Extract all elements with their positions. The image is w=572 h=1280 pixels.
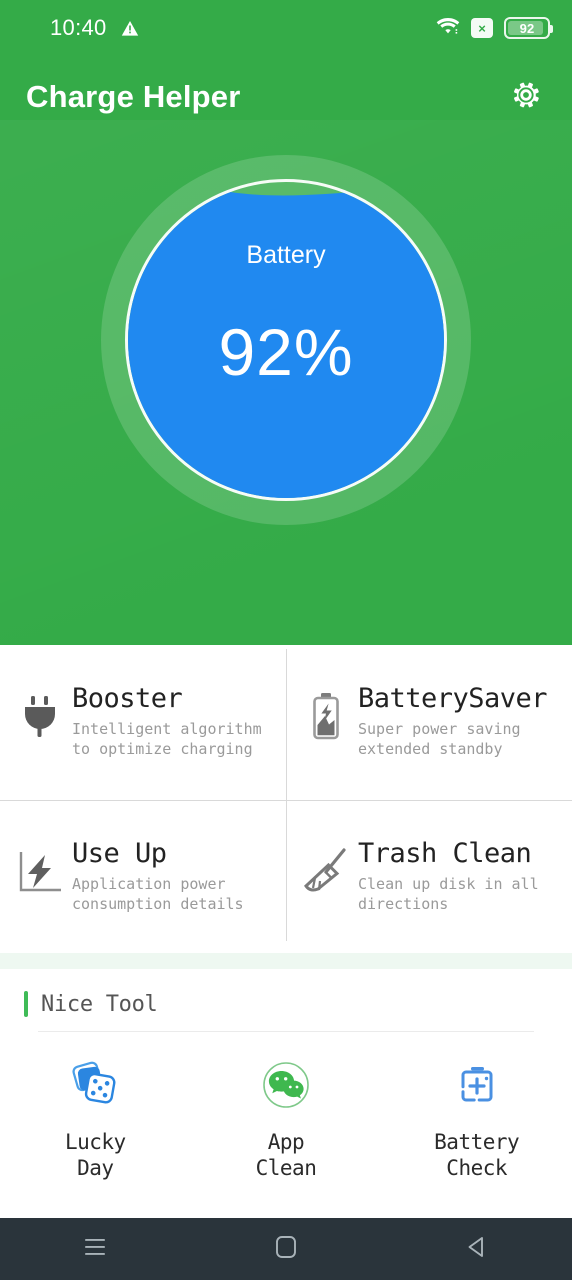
grid-vertical-divider	[286, 649, 287, 941]
tool-item-lucky-day[interactable]: Lucky Day	[0, 1054, 191, 1181]
wifi-icon	[436, 16, 460, 40]
feature-grid: Booster Intelligent algorithm to optimiz…	[0, 645, 572, 953]
warning-triangle-icon	[121, 20, 139, 37]
feature-title: Use Up	[72, 838, 167, 869]
battery-status-icon: 92	[504, 17, 553, 39]
tool-item-app-clean[interactable]: App Clean	[191, 1054, 382, 1181]
feature-card-trash-clean[interactable]: Trash Clean Clean up disk in all directi…	[286, 800, 572, 953]
home-square-icon	[273, 1234, 299, 1264]
gauge-wave	[128, 185, 444, 208]
feature-text: BatterySaver Super power saving extended…	[358, 683, 548, 760]
app-bar: Charge Helper	[0, 56, 572, 138]
section-accent-bar	[24, 991, 28, 1017]
dice-icon	[64, 1054, 126, 1116]
feature-text: Booster Intelligent algorithm to optimiz…	[72, 683, 262, 760]
battery-plus-icon	[446, 1054, 508, 1116]
status-bar: 10:40 × 92	[0, 0, 572, 56]
nice-tool-section: Nice Tool Lucky Day App Clean Battery Ch…	[0, 969, 572, 1214]
settings-button[interactable]	[504, 75, 548, 119]
tool-label: App Clean	[255, 1130, 317, 1180]
feature-subtitle: Application power consumption details	[72, 875, 244, 914]
nice-tool-list: Lucky Day App Clean Battery Check	[0, 1032, 572, 1181]
chat-bubbles-icon	[255, 1054, 317, 1116]
battery-gauge[interactable]: Battery 92%	[101, 155, 471, 525]
feature-subtitle: Super power saving extended standby	[358, 720, 521, 759]
app-screen: 10:40 × 92 Charge Helper Battery 92% Boo…	[0, 0, 572, 1280]
gauge-circle: Battery 92%	[125, 179, 447, 501]
home-button[interactable]	[256, 1225, 316, 1273]
tool-label: Battery Check	[434, 1130, 520, 1180]
feature-card-use-up[interactable]: Use Up Application power consumption det…	[0, 800, 286, 953]
nice-tool-header: Nice Tool	[0, 969, 572, 1017]
menu-icon	[81, 1236, 109, 1262]
feature-title: Trash Clean	[358, 838, 532, 869]
recents-button[interactable]	[65, 1225, 125, 1273]
feature-text: Trash Clean Clean up disk in all directi…	[358, 838, 539, 915]
hero-section: 10:40 × 92 Charge Helper Battery 92%	[0, 0, 572, 645]
feature-card-batterysaver[interactable]: BatterySaver Super power saving extended…	[286, 645, 572, 800]
feature-subtitle: Intelligent algorithm to optimize chargi…	[72, 720, 262, 759]
tool-label: Lucky Day	[64, 1130, 126, 1180]
plug-icon	[14, 691, 66, 743]
grid-horizontal-divider	[0, 800, 572, 801]
back-button[interactable]	[447, 1225, 507, 1273]
battery-status-level: 92	[519, 20, 535, 36]
battery-bolt-icon	[300, 691, 352, 743]
feature-title: Booster	[72, 683, 183, 714]
power-usage-chart-icon	[14, 846, 66, 898]
broom-icon	[300, 846, 352, 898]
status-time: 10:40	[50, 15, 107, 40]
tool-item-battery-check[interactable]: Battery Check	[381, 1054, 572, 1181]
feature-card-booster[interactable]: Booster Intelligent algorithm to optimiz…	[0, 645, 286, 800]
feature-text: Use Up Application power consumption det…	[72, 838, 244, 915]
gauge-readout: Battery 92%	[128, 241, 444, 390]
android-nav-bar	[0, 1218, 572, 1280]
status-icons: × 92	[436, 16, 553, 40]
gear-icon	[510, 79, 542, 115]
gauge-label: Battery	[246, 240, 326, 269]
gauge-value: 92%	[218, 314, 354, 389]
nice-tool-title: Nice Tool	[41, 991, 158, 1017]
page-title: Charge Helper	[26, 79, 241, 114]
feature-subtitle: Clean up disk in all directions	[358, 875, 539, 914]
signal-off-badge-icon: ×	[471, 18, 493, 38]
section-divider-band	[0, 953, 572, 969]
back-triangle-icon	[464, 1234, 490, 1264]
feature-title: BatterySaver	[358, 683, 548, 714]
